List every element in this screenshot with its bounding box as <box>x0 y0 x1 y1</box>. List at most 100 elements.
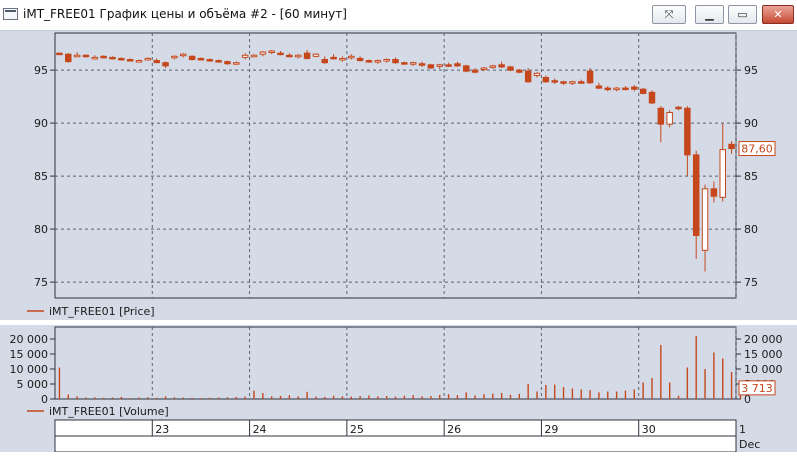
candle-body-down <box>392 59 399 64</box>
minimize-button[interactable]: ▁ <box>695 5 724 24</box>
candle-body-up <box>135 60 143 63</box>
price-tick-label-right: 80 <box>744 223 758 236</box>
panel-splitter[interactable] <box>0 320 797 325</box>
candle-body-up <box>171 55 178 59</box>
candle-body-down <box>445 64 452 67</box>
candle-body-up <box>233 62 240 65</box>
sync-icon: ⤧ <box>664 8 674 21</box>
candle-body-down <box>595 85 603 89</box>
candle-body-up <box>348 55 355 59</box>
candle-body-down <box>454 63 461 67</box>
candle-body-down <box>684 107 691 156</box>
candle-body-down <box>560 81 567 84</box>
chart-window-icon[interactable] <box>3 8 18 20</box>
candle-body-down <box>277 52 284 56</box>
candle-body-down <box>286 54 293 58</box>
price-tick-label-right: 95 <box>744 64 758 77</box>
volume-legend-text: iMT_FREE01 [Volume] <box>49 405 169 418</box>
volume-plot-frame <box>54 326 737 400</box>
candle-body-down <box>586 70 594 84</box>
candle-body-up <box>569 81 576 84</box>
candle-body-down <box>118 57 125 61</box>
time-axis-day-label: 24 <box>253 423 267 436</box>
price-tick-label-left: 75 <box>34 276 48 289</box>
price-volume-chart[interactable]: 75 75 80 80 85 85 90 90 95 95 87,60 iMT_FREE01 [Pri… <box>0 31 797 453</box>
candle-body-up <box>241 54 249 58</box>
candle-body-down <box>516 69 523 73</box>
candle-body-down <box>463 65 470 72</box>
time-axis-day-label: 23 <box>155 423 169 436</box>
chart-area: 75 75 80 80 85 85 90 90 95 95 87,60 iMT_FREE01 [Pri… <box>0 31 797 453</box>
time-axis-month-label: Dec <box>739 438 760 451</box>
candle-body-down <box>401 62 408 65</box>
candle-body-down <box>507 66 514 71</box>
volume-tick-label-right: 20 000 <box>744 333 783 346</box>
candle-body-up <box>144 57 152 61</box>
chart-window: iMT_FREE01 График цены и объёма #2 - [60… <box>0 0 797 453</box>
candle-body-up <box>701 188 709 251</box>
candle-body-up <box>312 53 320 57</box>
volume-tick-label-left: 20 000 <box>10 333 49 346</box>
volume-tick-label-left: 10 000 <box>10 363 49 376</box>
time-axis-day-label: 26 <box>447 423 461 436</box>
volume-tick-label-right: 10 000 <box>744 363 783 376</box>
candle-body-up <box>339 57 346 61</box>
candle-body-down <box>427 64 435 69</box>
candle-body-down <box>215 60 222 63</box>
candle-body-up <box>613 87 620 91</box>
restore-button[interactable]: ▭ <box>728 5 757 24</box>
candle-body-down <box>365 60 373 63</box>
candle-body-down <box>692 154 700 236</box>
price-tick-label-left: 80 <box>34 223 48 236</box>
candle-body-down <box>728 143 735 150</box>
candle-body-down <box>542 77 550 83</box>
candle-body-down <box>153 60 160 64</box>
sync-button[interactable]: ⤧ <box>652 5 686 24</box>
candle-body-up <box>179 53 187 57</box>
candle-body-down <box>418 63 426 66</box>
price-legend-text: iMT_FREE01 [Price] <box>49 305 155 318</box>
candle-body-up <box>268 50 275 54</box>
volume-tick-label-right: 15 000 <box>744 348 783 361</box>
candle-body-up <box>91 56 99 60</box>
price-tick-label-left: 85 <box>34 170 48 183</box>
candle-body-down <box>498 64 505 68</box>
candle-body-up <box>489 65 497 68</box>
price-tick-label-left: 90 <box>34 117 48 130</box>
candle-body-down <box>356 57 364 62</box>
candle-body-down <box>577 81 585 84</box>
candle-body-down <box>471 69 479 73</box>
candle-body-down <box>65 53 72 63</box>
title-bar[interactable]: iMT_FREE01 График цены и объёма #2 - [60… <box>0 0 797 31</box>
candle-body-down <box>109 56 116 60</box>
price-tick-label-right: 90 <box>744 117 758 130</box>
candle-body-down <box>639 88 647 94</box>
candle-body-down <box>622 87 629 91</box>
candle-body-down <box>162 62 169 67</box>
candle-body-down <box>551 80 558 83</box>
candle-body-up <box>409 62 417 65</box>
restore-icon: ▭ <box>737 8 748 21</box>
volume-tick-label-left: 15 000 <box>10 348 49 361</box>
candle-body-up <box>533 72 541 76</box>
candle-body-up <box>383 59 390 62</box>
last-volume-label: 3 713 <box>741 382 773 395</box>
close-button[interactable]: ✕ <box>762 5 794 24</box>
candle-body-up <box>250 54 258 58</box>
close-icon: ✕ <box>773 8 783 21</box>
price-tick-label-left: 95 <box>34 64 48 77</box>
candle-body-down <box>524 70 532 83</box>
candle-body-up <box>480 67 488 70</box>
candle-body-up <box>73 54 81 58</box>
price-plot-frame <box>54 32 737 299</box>
candle-body-up <box>294 54 302 58</box>
window-title: iMT_FREE01 График цены и объёма #2 - [60… <box>23 7 347 21</box>
candle-body-up <box>666 112 673 125</box>
candle-body-down <box>82 54 90 58</box>
candle-body-down <box>224 61 231 65</box>
candle-body-up <box>374 60 382 63</box>
candle-body-down <box>631 86 638 90</box>
candle-body-down <box>56 52 63 56</box>
time-axis-day-label: 1 <box>739 423 746 436</box>
time-axis-day-label: 29 <box>544 423 558 436</box>
